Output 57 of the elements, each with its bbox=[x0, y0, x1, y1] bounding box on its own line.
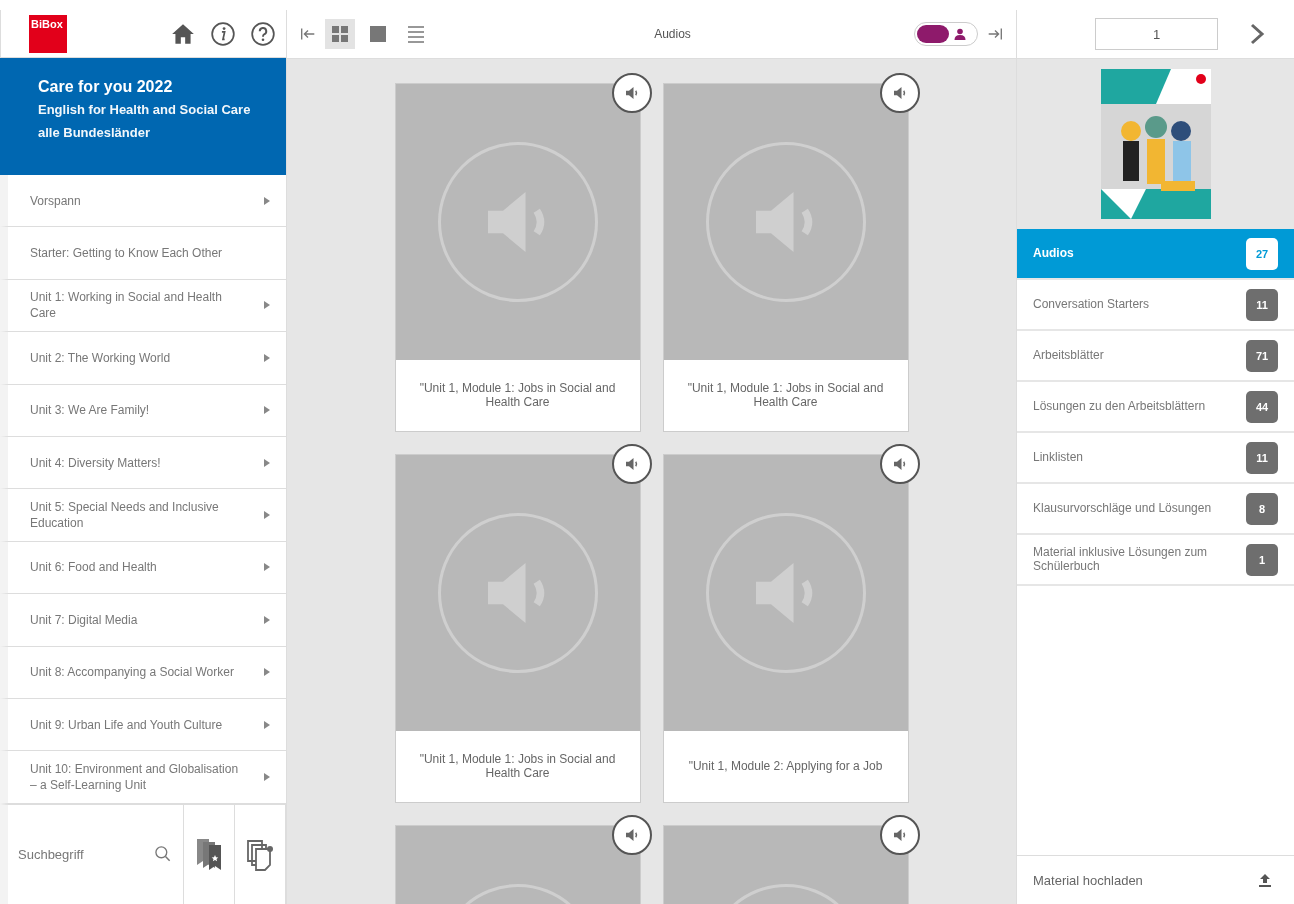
count-badge: 27 bbox=[1246, 237, 1278, 270]
category-item[interactable]: Linklisten 11 bbox=[1017, 433, 1294, 484]
count-badge: 1 bbox=[1246, 543, 1278, 576]
book-edition: alle Bundesländer bbox=[38, 125, 151, 140]
play-button[interactable] bbox=[611, 815, 652, 855]
list-icon bbox=[406, 24, 426, 44]
caret-icon bbox=[264, 668, 270, 677]
caret-icon bbox=[264, 406, 270, 415]
caret-icon bbox=[264, 773, 270, 781]
caret-icon bbox=[264, 511, 270, 520]
upload-button[interactable]: Material hochladen bbox=[1017, 855, 1294, 904]
info-icon[interactable] bbox=[210, 20, 236, 47]
count-badge: 44 bbox=[1246, 390, 1278, 423]
card-title: "Unit 1, Module 2: Applying for a Job bbox=[688, 759, 883, 774]
pages-icon[interactable] bbox=[246, 837, 274, 872]
caret-icon bbox=[264, 353, 270, 362]
single-icon bbox=[368, 24, 388, 44]
audio-card[interactable]: "Unit 1, Module 2: Applying for a Job bbox=[662, 454, 909, 803]
play-button[interactable] bbox=[611, 444, 652, 484]
play-button[interactable] bbox=[879, 73, 920, 113]
logo[interactable]: BiBox bbox=[29, 14, 67, 53]
audio-card[interactable]: "Unit 1, Module 1: Jobs in Social and Health Care bbox=[394, 83, 641, 432]
next-icon[interactable] bbox=[1248, 23, 1266, 45]
count-badge: 8 bbox=[1246, 492, 1278, 525]
book-title: Care for you 2022 bbox=[38, 78, 174, 96]
upload-icon bbox=[1258, 873, 1272, 887]
category-item[interactable]: Material inklusive Lösungen zum Schülerbuch 1 bbox=[1017, 535, 1294, 586]
card-title: "Unit 1, Module 1: Jobs in Social and Health Care bbox=[418, 753, 617, 780]
book-subtitle: English for Health and Social Care bbox=[38, 102, 252, 117]
caret-icon bbox=[264, 301, 270, 310]
person-icon bbox=[954, 28, 966, 40]
card-title: "Unit 1, Module 1: Jobs in Social and Health Care bbox=[418, 382, 617, 409]
count-badge: 71 bbox=[1246, 339, 1278, 372]
category-item[interactable]: Audios 27 bbox=[1017, 229, 1294, 280]
play-button[interactable] bbox=[611, 73, 652, 113]
audio-card[interactable]: "Unit 1, Module 1: Jobs in Social and Health Care bbox=[662, 83, 909, 432]
category-item[interactable]: Arbeitsblätter 71 bbox=[1017, 331, 1294, 382]
caret-icon bbox=[264, 458, 270, 467]
grid-icon bbox=[330, 24, 350, 44]
category-item[interactable]: Conversation Starters 11 bbox=[1017, 280, 1294, 331]
page-field[interactable]: 1 bbox=[1095, 18, 1218, 50]
caret-icon bbox=[264, 196, 270, 205]
category-item[interactable]: Klausurvorschläge und Lösungen 8 bbox=[1017, 484, 1294, 535]
caret-icon bbox=[264, 615, 270, 624]
play-button[interactable] bbox=[879, 444, 920, 484]
bookmarks-icon[interactable] bbox=[195, 837, 223, 872]
play-button[interactable] bbox=[879, 815, 920, 855]
view-title: Audios bbox=[654, 27, 691, 41]
card-title: "Unit 1, Module 1: Jobs in Social and Health Care bbox=[686, 382, 885, 409]
caret-icon bbox=[264, 720, 270, 729]
audio-card[interactable]: "Unit 1, Module 1: Jobs in Social and Health Care bbox=[394, 454, 641, 803]
grid-view-button[interactable] bbox=[325, 19, 355, 49]
caret-icon bbox=[264, 563, 270, 572]
category-item[interactable]: Lösungen zu den Arbeitsblättern 44 bbox=[1017, 382, 1294, 433]
count-badge: 11 bbox=[1246, 288, 1278, 321]
help-icon[interactable] bbox=[250, 20, 276, 47]
count-badge: 11 bbox=[1246, 441, 1278, 474]
